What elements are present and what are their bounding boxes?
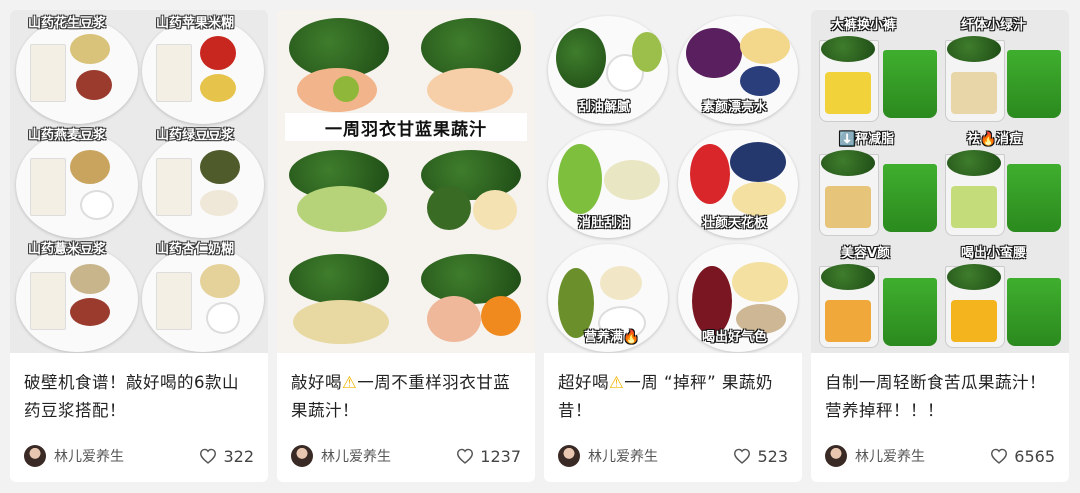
cover-label: 营养满🔥 [584, 330, 640, 345]
cover-banner: 一周羽衣甘蓝果蔬汁 [285, 113, 527, 141]
note-feed: 山药花生豆浆 山药苹果米糊 山药燕麦豆浆 山药绿豆豆浆 山药薏米豆浆 山药杏仁奶… [0, 0, 1080, 493]
cover-label: 美容V颜 [841, 246, 891, 261]
cover-label: 纤体小绿汁 [961, 18, 1027, 33]
cover-label: 喝出小蛮腰 [961, 246, 1027, 261]
like-count: 322 [223, 446, 254, 466]
warning-icon: ⚠ [609, 373, 625, 392]
title-text: 敲好喝 [291, 373, 342, 392]
cover-label: 山药燕麦豆浆 [28, 128, 107, 143]
like-button[interactable]: 6565 [990, 447, 1055, 466]
like-button[interactable]: 1237 [456, 447, 521, 466]
cover-label: 祛🔥消痘 [967, 132, 1023, 147]
note-cover-image[interactable]: 山药花生豆浆 山药苹果米糊 山药燕麦豆浆 山药绿豆豆浆 山药薏米豆浆 山药杏仁奶… [10, 10, 268, 353]
cover-label: 喝出好气色 [702, 330, 768, 345]
note-cover-image[interactable]: 刮油解腻 素颜漂亮水 消肚刮油 壮颜天花板 营养满🔥 喝出好气色 [544, 10, 802, 353]
cover-label: 山药杏仁奶糊 [156, 242, 235, 257]
avatar[interactable] [24, 445, 46, 467]
like-count: 6565 [1014, 446, 1055, 466]
like-button[interactable]: 322 [199, 447, 254, 466]
cover-label: 大裤换小裤 [831, 18, 897, 33]
author-name[interactable]: 林儿爱养生 [588, 446, 733, 466]
note-card[interactable]: 一周羽衣甘蓝果蔬汁 敲好喝⚠一周不重样羽衣甘蓝果蔬汁！ 林儿爱养生 1237 [277, 10, 535, 482]
note-title[interactable]: 破壁机食谱！敲好喝的6款山药豆浆搭配！ [24, 369, 254, 427]
note-card[interactable]: 刮油解腻 素颜漂亮水 消肚刮油 壮颜天花板 营养满🔥 喝出好气色 超好喝⚠一周 … [544, 10, 802, 482]
note-title[interactable]: 自制一周轻断食苦瓜果蔬汁！营养掉秤！！！ [825, 369, 1055, 427]
author-name[interactable]: 林儿爱养生 [855, 446, 990, 466]
note-title[interactable]: 敲好喝⚠一周不重样羽衣甘蓝果蔬汁！ [291, 369, 521, 427]
like-button[interactable]: 523 [733, 447, 788, 466]
note-card[interactable]: 大裤换小裤 纤体小绿汁 ⬇️秤减脂 祛🔥消痘 美容V颜 喝出小蛮腰 自制一周轻断… [811, 10, 1069, 482]
like-count: 1237 [480, 446, 521, 466]
heart-icon [457, 448, 474, 464]
author-name[interactable]: 林儿爱养生 [54, 446, 199, 466]
cover-label: 山药花生豆浆 [28, 16, 107, 31]
warning-icon: ⚠ [342, 373, 358, 392]
cover-label: ⬇️秤减脂 [839, 132, 895, 147]
like-count: 523 [757, 446, 788, 466]
heart-icon [734, 448, 751, 464]
avatar[interactable] [291, 445, 313, 467]
cover-label: 山药绿豆豆浆 [156, 128, 235, 143]
title-text: 超好喝 [558, 373, 609, 392]
note-cover-image[interactable]: 一周羽衣甘蓝果蔬汁 [277, 10, 535, 353]
heart-icon [991, 448, 1008, 464]
cover-label: 素颜漂亮水 [702, 100, 768, 115]
heart-icon [200, 448, 217, 464]
avatar[interactable] [825, 445, 847, 467]
note-title[interactable]: 超好喝⚠一周 “掉秤” 果蔬奶昔！ [558, 369, 788, 427]
cover-label: 山药薏米豆浆 [28, 242, 107, 257]
author-name[interactable]: 林儿爱养生 [321, 446, 456, 466]
cover-label: 消肚刮油 [578, 216, 631, 231]
avatar[interactable] [558, 445, 580, 467]
note-card[interactable]: 山药花生豆浆 山药苹果米糊 山药燕麦豆浆 山药绿豆豆浆 山药薏米豆浆 山药杏仁奶… [10, 10, 268, 482]
cover-label: 刮油解腻 [578, 100, 631, 115]
cover-label: 山药苹果米糊 [156, 16, 235, 31]
cover-label: 壮颜天花板 [702, 216, 768, 231]
note-cover-image[interactable]: 大裤换小裤 纤体小绿汁 ⬇️秤减脂 祛🔥消痘 美容V颜 喝出小蛮腰 [811, 10, 1069, 353]
